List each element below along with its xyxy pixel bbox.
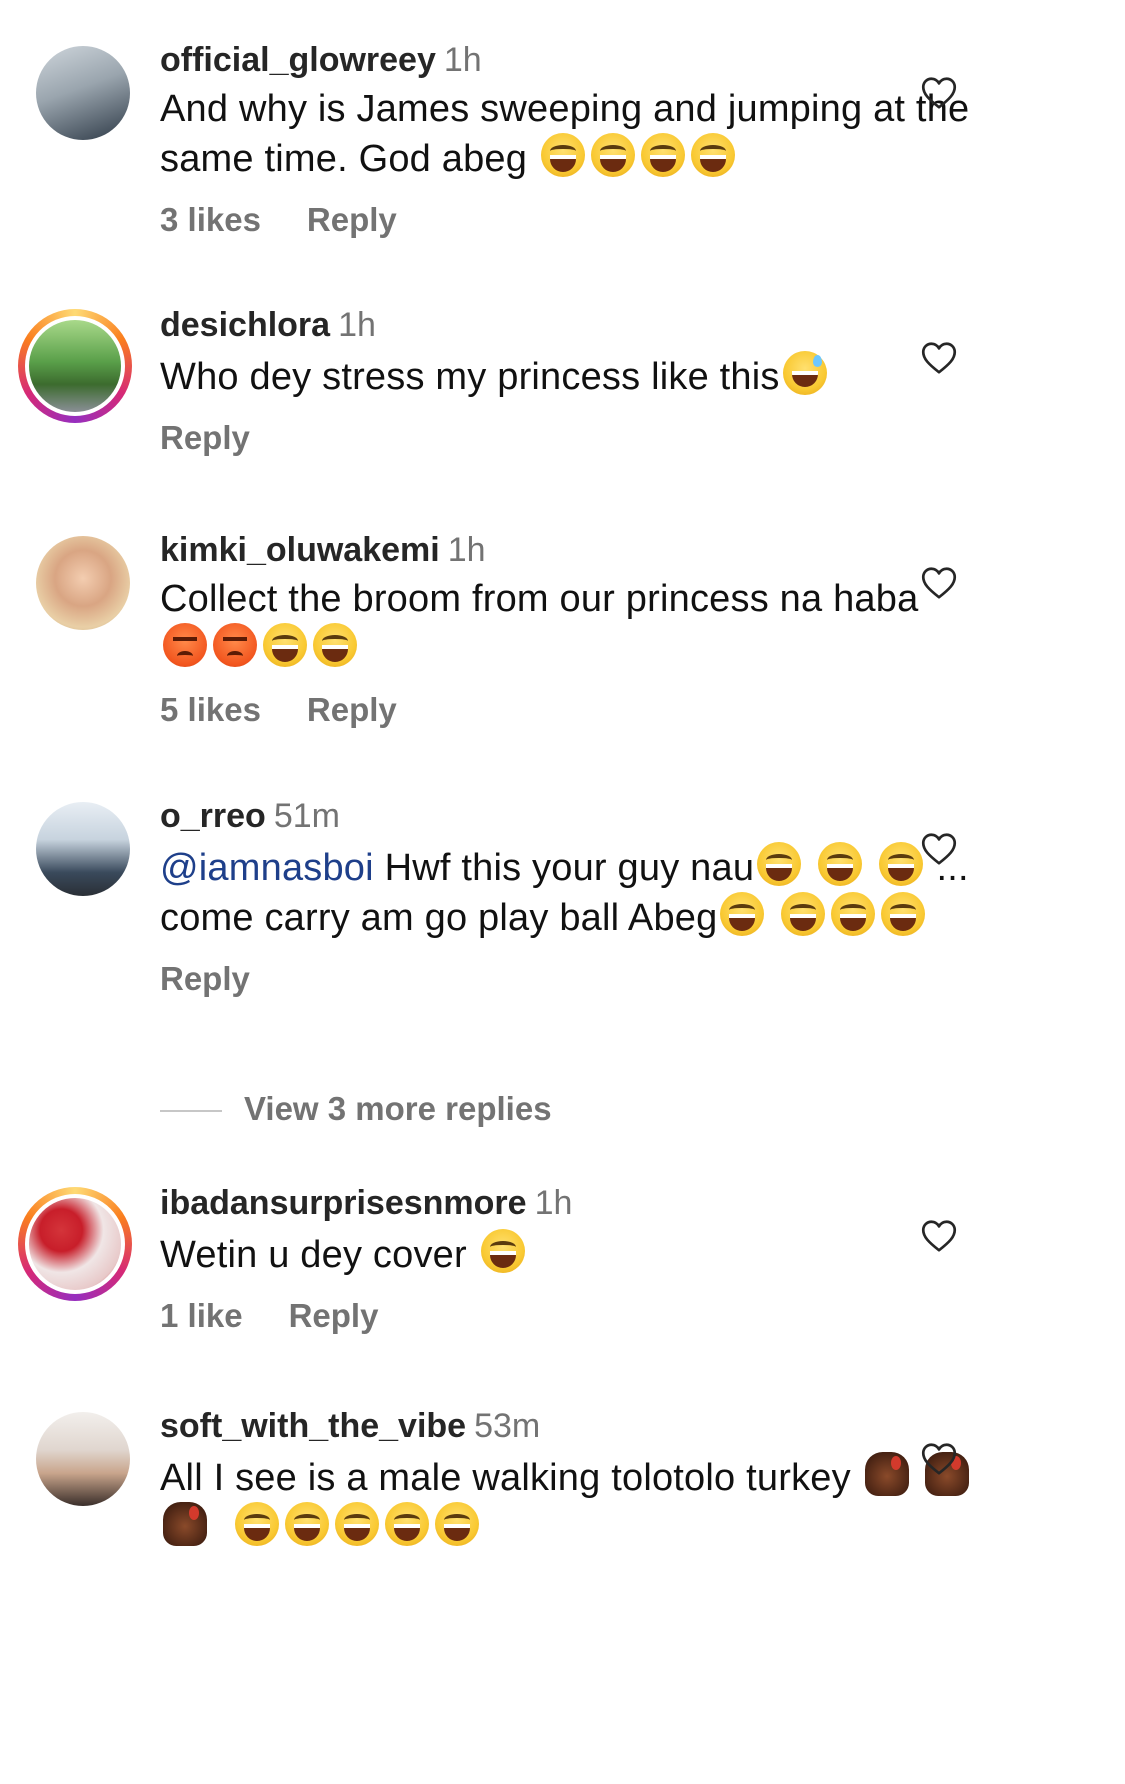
comment-text: Collect the broom from our princess na h… [160,576,975,673]
comment-time: 1h [447,531,486,569]
view-more-replies-button[interactable]: View 3 more replies [160,1090,552,1128]
likes-count[interactable]: 5 likes [160,691,261,729]
laugh-emoji-icon [590,133,635,177]
likes-count[interactable]: 3 likes [160,201,261,239]
turkey-emoji-icon [163,1502,207,1546]
likes-count[interactable]: 1 like [160,1297,243,1335]
comment-text: Who dey stress my princess like this [160,351,975,401]
laugh-emoji-icon [284,1502,329,1546]
laugh-emoji-icon [831,892,876,936]
avatar[interactable] [18,309,132,423]
laugh-emoji-icon [881,892,926,936]
reply-button[interactable]: Reply [307,691,397,729]
heart-icon[interactable] [921,832,957,866]
avatar[interactable] [36,46,130,140]
comment-text: @iamnasboi Hwf this your guy nau ... com… [160,842,975,942]
laugh-emoji-icon [334,1502,379,1546]
comment-username[interactable]: o_rreo [160,797,266,835]
laugh-emoji-icon [313,623,357,667]
laugh-emoji-icon [878,842,923,886]
comment-time: 51m [273,797,340,835]
laugh-emoji-icon [757,842,802,886]
heart-icon[interactable] [921,1219,957,1253]
comment-username[interactable]: ibadansurprisesnmore [160,1184,527,1222]
heart-icon[interactable] [921,566,957,600]
reply-button[interactable]: Reply [160,960,250,998]
laugh-emoji-icon [234,1502,279,1546]
turkey-emoji-icon [864,1452,909,1496]
angry-emoji-icon [163,623,207,667]
laugh-emoji-icon [817,842,862,886]
comment-time: 53m [474,1407,541,1445]
avatar[interactable] [18,1187,132,1301]
comment-username[interactable]: official_glowreey [160,41,436,79]
avatar[interactable] [36,802,130,896]
reply-button[interactable]: Reply [307,201,397,239]
laugh-emoji-icon [434,1502,479,1546]
comment-time: 1h [338,306,376,344]
avatar[interactable] [36,536,130,630]
avatar[interactable] [36,1412,130,1506]
reply-button[interactable]: Reply [289,1297,379,1335]
mention-link[interactable]: @iamnasboi [160,847,374,889]
laugh-emoji-icon [690,133,735,177]
sweat-smile-emoji-icon [782,351,827,395]
comment-time: 1h [443,41,482,79]
reply-button[interactable]: Reply [160,419,250,457]
comment-username[interactable]: desichlora [160,306,330,344]
heart-icon[interactable] [921,76,957,110]
laugh-emoji-icon [720,892,765,936]
laugh-emoji-icon [263,623,307,667]
laugh-emoji-icon [640,133,685,177]
comment-text: All I see is a male walking tolotolo tur… [160,1452,975,1552]
laugh-emoji-icon [384,1502,429,1546]
heart-icon[interactable] [921,341,957,375]
laugh-emoji-icon [540,133,585,177]
angry-emoji-icon [213,623,257,667]
comment-time: 1h [534,1184,573,1222]
comment-username[interactable]: soft_with_the_vibe [160,1407,466,1445]
divider-line [160,1110,222,1113]
laugh-emoji-icon [480,1229,525,1273]
comment-text: Wetin u dey cover [160,1229,975,1279]
heart-icon[interactable] [921,1442,957,1476]
laugh-emoji-icon [781,892,826,936]
comment-username[interactable]: kimki_oluwakemi [160,531,440,569]
comment-text: And why is James sweeping and jumping at… [160,88,970,180]
